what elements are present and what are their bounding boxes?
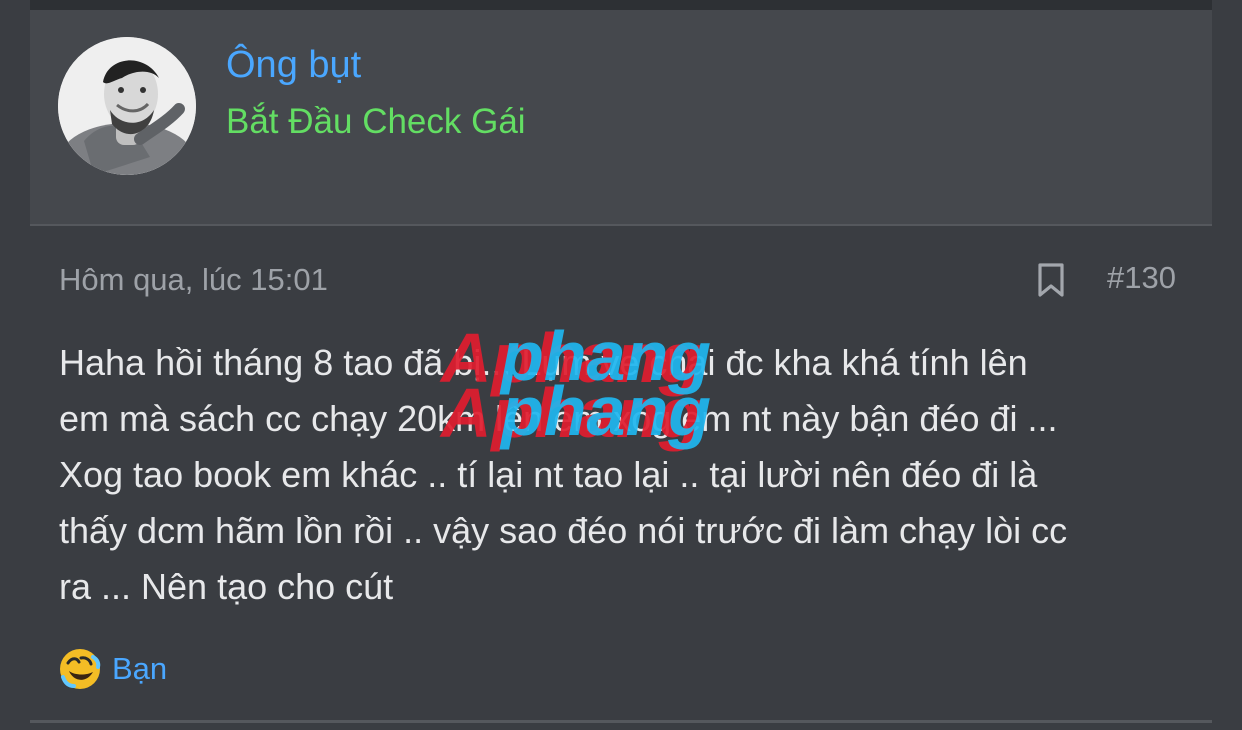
post-author-panel: Ông bụt Bắt Đầu Check Gái [30, 10, 1212, 226]
user-avatar[interactable] [58, 37, 196, 175]
post-date[interactable]: Hôm qua, lúc 15:01 [59, 260, 328, 300]
user-title: Bắt Đầu Check Gái [226, 102, 526, 141]
bookmark-icon[interactable] [1036, 262, 1066, 298]
laughing-emoji-icon [60, 649, 101, 689]
top-bar [30, 0, 1212, 10]
username[interactable]: Ông bụt [226, 42, 361, 88]
bottom-divider [30, 720, 1212, 723]
avatar-photo [58, 37, 196, 175]
reaction-label[interactable]: Bạn [112, 649, 167, 689]
post-body: Hôm qua, lúc 15:01 #130 Haha hồi tháng 8… [30, 226, 1212, 720]
post-message: Haha hồi tháng 8 tao đã bị... Lụm ve cha… [59, 342, 1068, 607]
reaction-summary[interactable]: Bạn [58, 647, 167, 691]
post-number-link[interactable]: #130 [1107, 258, 1176, 298]
